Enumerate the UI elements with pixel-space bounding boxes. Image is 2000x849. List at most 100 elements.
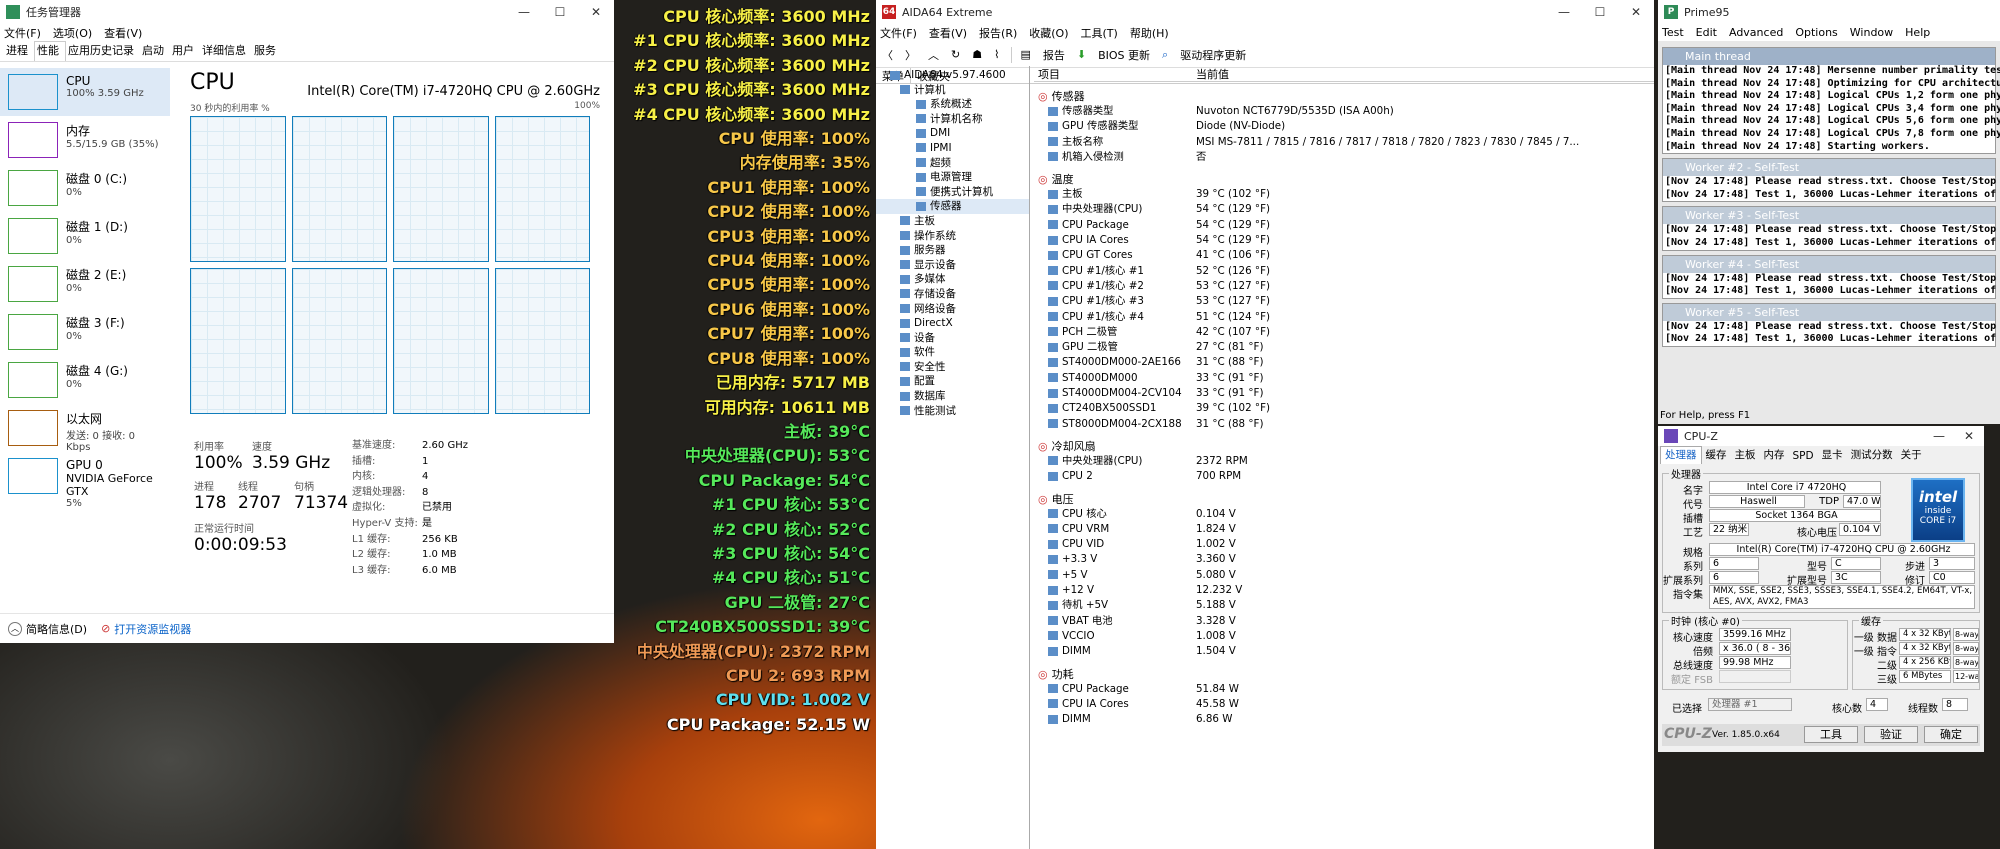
tm-titlebar[interactable]: 任务管理器 — ☐ ✕ xyxy=(0,0,614,24)
tree-item[interactable]: 服务器 xyxy=(876,243,1029,258)
sidebar-item[interactable]: CPU 100% 3.59 GHz xyxy=(0,68,170,116)
cpuz-tab[interactable]: 测试分数 xyxy=(1847,447,1897,464)
cpuz-titlebar[interactable]: CPU-Z — ✕ xyxy=(1658,426,1984,446)
minimize-icon[interactable]: — xyxy=(506,0,542,24)
cpuz-tab[interactable]: 内存 xyxy=(1760,447,1789,464)
close-icon[interactable]: ✕ xyxy=(1954,426,1984,446)
aida-menu-item[interactable]: 报告(R) xyxy=(979,25,1017,41)
aida-titlebar[interactable]: 64 AIDA64 Extreme — ☐ ✕ xyxy=(876,0,1654,24)
user-icon[interactable]: ☗ xyxy=(972,48,982,61)
sensor-row[interactable]: +5 V 5.080 V xyxy=(1034,568,1654,583)
sensor-row[interactable]: CPU Package 51.84 W xyxy=(1034,682,1654,697)
tm-menu-item[interactable]: 选项(O) xyxy=(53,25,92,41)
sensor-row[interactable]: 传感器类型 Nuvoton NCT6779D/5535D (ISA A00h) xyxy=(1034,104,1654,119)
driver-update-button[interactable]: 驱动程序更新 xyxy=(1180,47,1246,63)
sensor-row[interactable]: GPU 二极管 27 °C (81 °F) xyxy=(1034,340,1654,355)
report-button[interactable]: 报告 xyxy=(1043,47,1065,63)
aida-menu-item[interactable]: 查看(V) xyxy=(929,25,967,41)
sidebar-item[interactable]: GPU 0 NVIDIA GeForce GTX 5% xyxy=(0,452,170,509)
close-icon[interactable]: ✕ xyxy=(1618,0,1654,24)
close-icon[interactable]: ✕ xyxy=(578,0,614,24)
tm-tab[interactable]: 服务 xyxy=(252,42,282,61)
tm-tab[interactable]: 用户 xyxy=(170,42,200,61)
sensor-row[interactable]: ST8000DM004-2CX188 31 °C (88 °F) xyxy=(1034,417,1654,432)
sensor-row[interactable]: VBAT 电池 3.328 V xyxy=(1034,614,1654,629)
ok-button[interactable]: 确定 xyxy=(1924,726,1978,743)
tree-item[interactable]: 便携式计算机 xyxy=(876,185,1029,200)
chart-icon[interactable]: ⌇ xyxy=(994,48,999,61)
sensor-row[interactable]: 机箱入侵检测 否 xyxy=(1034,150,1654,165)
refresh-icon[interactable]: ↻ xyxy=(951,48,960,61)
tree-item[interactable]: DirectX xyxy=(876,316,1029,331)
tree-item[interactable]: 性能测试 xyxy=(876,404,1029,419)
sensor-row[interactable]: PCH 二极管 42 °C (107 °F) xyxy=(1034,325,1654,340)
tree-item[interactable]: 数据库 xyxy=(876,389,1029,404)
tree-item[interactable]: 配置 xyxy=(876,374,1029,389)
sensor-row[interactable]: DIMM 1.504 V xyxy=(1034,644,1654,659)
sidebar-item[interactable]: 磁盘 2 (E:) 0% xyxy=(0,260,170,308)
sensor-row[interactable]: 主板 39 °C (102 °F) xyxy=(1034,187,1654,202)
tree-item[interactable]: 超频 xyxy=(876,156,1029,171)
col-value[interactable]: 当前值 xyxy=(1196,66,1229,81)
tree-item[interactable]: AIDA64 v5.97.4600 xyxy=(876,68,1029,83)
sensor-row[interactable]: CPU 2 700 RPM xyxy=(1034,469,1654,484)
sensor-row[interactable]: ST4000DM004-2CV104 33 °C (91 °F) xyxy=(1034,386,1654,401)
sensor-row[interactable]: CPU VRM 1.824 V xyxy=(1034,522,1654,537)
tm-menu-item[interactable]: 文件(F) xyxy=(4,25,41,41)
tree-item[interactable]: 安全性 xyxy=(876,360,1029,375)
sensor-row[interactable]: CPU 核心 0.104 V xyxy=(1034,507,1654,522)
sensor-row[interactable]: CPU IA Cores 54 °C (129 °F) xyxy=(1034,233,1654,248)
prime-menu-item[interactable]: Options xyxy=(1795,26,1837,39)
sidebar-item[interactable]: 磁盘 4 (G:) 0% xyxy=(0,356,170,404)
tree-item[interactable]: 计算机 xyxy=(876,83,1029,98)
tm-tab[interactable]: 性能 xyxy=(34,41,66,61)
cpuz-tab[interactable]: SPD xyxy=(1789,450,1818,464)
cpuz-tab[interactable]: 关于 xyxy=(1897,447,1926,464)
tree-item[interactable]: 多媒体 xyxy=(876,272,1029,287)
cpuz-tab[interactable]: 主板 xyxy=(1731,447,1760,464)
sensor-row[interactable]: 中央处理器(CPU) 54 °C (129 °F) xyxy=(1034,202,1654,217)
sensor-row[interactable]: 主板名称 MSI MS-7811 / 7815 / 7816 / 7817 / 7… xyxy=(1034,135,1654,150)
tree-item[interactable]: 存储设备 xyxy=(876,287,1029,302)
worker-title[interactable]: Worker #2 - Self-Test xyxy=(1663,159,1995,177)
cpuz-tab[interactable]: 处理器 xyxy=(1660,446,1702,464)
cpuz-tab[interactable]: 显卡 xyxy=(1818,447,1847,464)
tools-button[interactable]: 工具 xyxy=(1804,726,1858,743)
tree-item[interactable]: 软件 xyxy=(876,345,1029,360)
tree-item[interactable]: 传感器 xyxy=(876,199,1029,214)
bios-update-button[interactable]: BIOS 更新 xyxy=(1098,47,1150,63)
tree-item[interactable]: 系统概述 xyxy=(876,97,1029,112)
prime-menu-item[interactable]: Window xyxy=(1850,26,1893,39)
sensor-row[interactable]: VCCIO 1.008 V xyxy=(1034,629,1654,644)
sensor-row[interactable]: CPU GT Cores 41 °C (106 °F) xyxy=(1034,248,1654,263)
tree-item[interactable]: 操作系统 xyxy=(876,229,1029,244)
sidebar-item[interactable]: 磁盘 0 (C:) 0% xyxy=(0,164,170,212)
sensor-row[interactable]: CPU VID 1.002 V xyxy=(1034,537,1654,552)
maximize-icon[interactable]: ☐ xyxy=(1582,0,1618,24)
resmon-link[interactable]: 打开资源监视器 xyxy=(114,621,191,637)
aida-menu-item[interactable]: 收藏(O) xyxy=(1029,25,1068,41)
aida-menu-item[interactable]: 文件(F) xyxy=(880,25,917,41)
sensor-row[interactable]: CPU #1/核心 #1 52 °C (126 °F) xyxy=(1034,264,1654,279)
sensor-row[interactable]: CPU IA Cores 45.58 W xyxy=(1034,697,1654,712)
processor-select[interactable]: 处理器 #1 xyxy=(1708,698,1792,711)
tm-tab[interactable]: 启动 xyxy=(140,42,170,61)
prime-titlebar[interactable]: P Prime95 xyxy=(1658,0,2000,24)
tm-tab[interactable]: 应用历史记录 xyxy=(66,42,140,61)
prime-menu-item[interactable]: Help xyxy=(1905,26,1930,39)
sensor-row[interactable]: CPU #1/核心 #4 51 °C (124 °F) xyxy=(1034,310,1654,325)
aida-menu-item[interactable]: 帮助(H) xyxy=(1130,25,1169,41)
sensor-row[interactable]: CPU #1/核心 #3 53 °C (127 °F) xyxy=(1034,294,1654,309)
minimize-icon[interactable]: — xyxy=(1546,0,1582,24)
tree-item[interactable]: 计算机名称 xyxy=(876,112,1029,127)
up-icon[interactable]: ︿ xyxy=(928,47,939,63)
sensor-row[interactable]: ST4000DM000-2AE166 31 °C (88 °F) xyxy=(1034,355,1654,370)
tm-menu-item[interactable]: 查看(V) xyxy=(104,25,142,41)
back-icon[interactable]: 〈 xyxy=(882,47,893,63)
worker-title[interactable]: Worker #5 - Self-Test xyxy=(1663,303,1995,321)
tree-item[interactable]: IPMI xyxy=(876,141,1029,156)
sensor-row[interactable]: GPU 传感器类型 Diode (NV-Diode) xyxy=(1034,119,1654,134)
validate-button[interactable]: 验证 xyxy=(1864,726,1918,743)
sensor-row[interactable]: CPU #1/核心 #2 53 °C (127 °F) xyxy=(1034,279,1654,294)
tm-tab[interactable]: 进程 xyxy=(4,42,34,61)
